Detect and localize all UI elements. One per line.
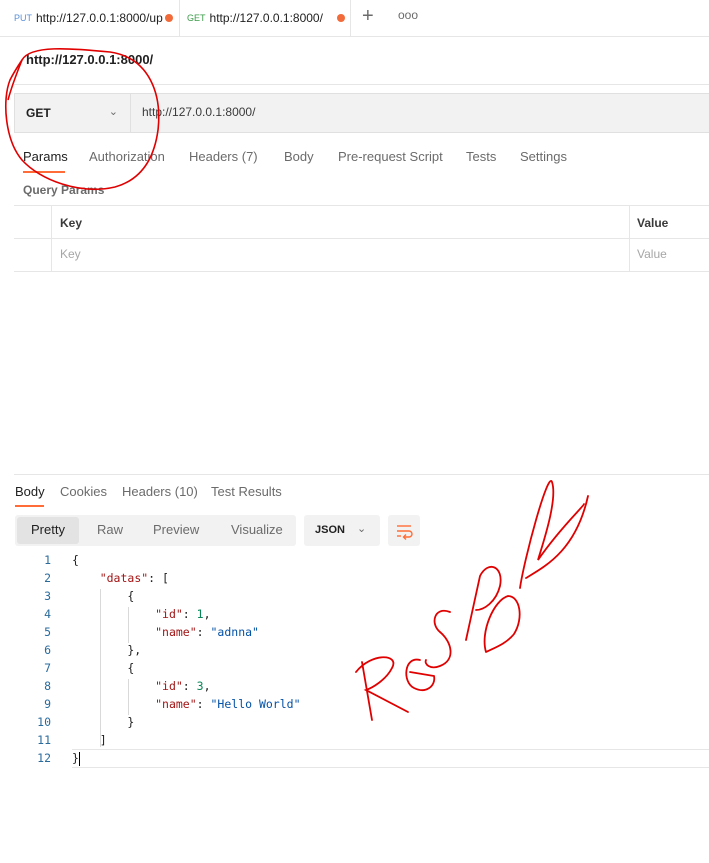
annotation-response-scribble bbox=[355, 480, 589, 721]
annotation-circle bbox=[5, 47, 160, 190]
annotation-layer bbox=[5, 47, 589, 721]
